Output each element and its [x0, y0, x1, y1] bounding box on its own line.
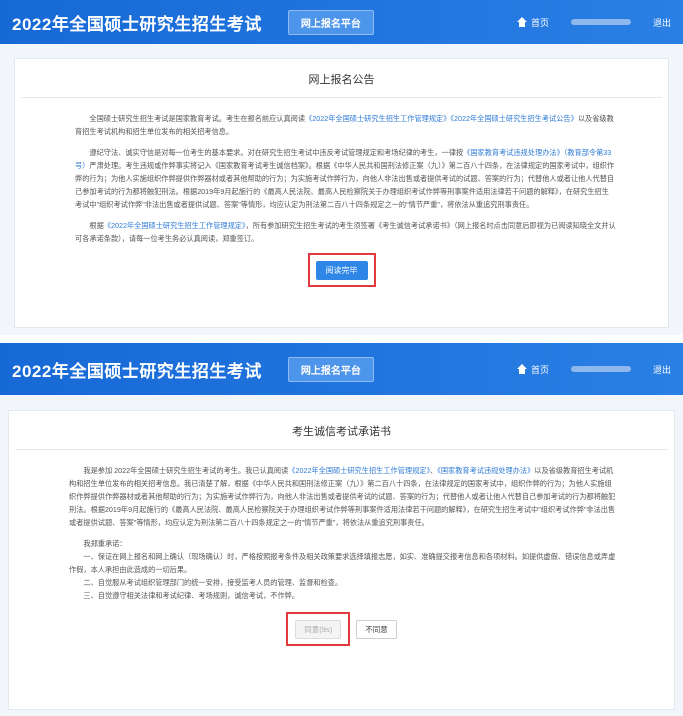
announcement-body: 全国硕士研究生招生考试是国家教育考试。考生在报名前应认真阅读《2022年全国硕士…	[15, 98, 668, 245]
paragraph-2: 遵纪守法、诚实守信是对每一位考生的基本要求。对在研究生招生考试中违反考试管理规定…	[75, 146, 616, 211]
text: 严肃处理。考生违规或作弊事实将记入《国家教育考试考生诚信档案》。根据《中华人民共…	[75, 161, 615, 209]
paragraph-3: 根据《2022年全国硕士研究生招生工作管理规定》，所有参加研究生招生考试的考生须…	[75, 219, 616, 245]
text: 全国硕士研究生招生考试是国家教育考试。考生在报名前应认真阅读	[89, 114, 306, 123]
promise-3: 三、自觉遵守相关法律和考试纪律、考场规则，诚信考试，不作弊。	[83, 591, 300, 600]
paragraph-1: 全国硕士研究生招生考试是国家教育考试。考生在报名前应认真阅读《2022年全国硕士…	[75, 112, 616, 138]
pledge-card: 考生诚信考试承诺书 我是参加 2022年全国硕士研究生招生考试的考生。我已认真阅…	[8, 410, 675, 710]
promise-1: 一、保证在网上报名和网上确认（现场确认）时，严格按照报考条件及相关政策要求选择填…	[69, 552, 616, 574]
platform-tag[interactable]: 网上报名平台	[287, 356, 374, 382]
home-label: 首页	[530, 364, 549, 375]
logout-link[interactable]: 退出	[653, 16, 671, 29]
platform-tag[interactable]: 网上报名平台	[287, 9, 374, 35]
home-icon	[516, 17, 527, 27]
announcement-screen: 2022年全国硕士研究生招生考试 网上报名平台 首页 退出 网上报名公告 全国硕…	[0, 0, 683, 335]
pledge-body: 我是参加 2022年全国硕士研究生招生考试的考生。我已认真阅读《2022年全国硕…	[9, 450, 674, 602]
top-bar: 2022年全国硕士研究生招生考试 网上报名平台 首页 退出	[0, 343, 683, 395]
text: 我是参加 2022年全国硕士研究生招生考试的考生。我已认真阅读	[83, 466, 289, 475]
read-complete-button[interactable]: 阅读完毕	[315, 261, 368, 280]
pledge-screen: 2022年全国硕士研究生招生考试 网上报名平台 首页 退出 考生诚信考试承诺书 …	[0, 343, 683, 716]
promise-2: 二、自觉服从考试组织管理部门的统一安排，接受监考人员的管理、监督和检查。	[83, 578, 343, 587]
regulation-link[interactable]: 《2022年全国硕士研究生招生工作管理规定》	[288, 466, 430, 475]
regulation-link-2[interactable]: 《2022年全国硕士研究生招生工作管理规定》	[104, 221, 246, 230]
user-name-redacted	[570, 19, 631, 25]
home-icon	[516, 364, 527, 374]
logout-link[interactable]: 退出	[653, 363, 671, 376]
agree-button[interactable]: 同意(9s)	[295, 620, 342, 639]
announcement-card: 网上报名公告 全国硕士研究生招生考试是国家教育考试。考生在报名前应认真阅读《20…	[14, 58, 669, 328]
text: 遵纪守法、诚实守信是对每一位考生的基本要求。对在研究生招生考试中违反考试管理规定…	[89, 148, 464, 157]
user-name-redacted	[570, 366, 631, 372]
home-link[interactable]: 首页	[516, 363, 549, 376]
site-title: 2022年全国硕士研究生招生考试	[12, 361, 262, 381]
highlight-box: 同意(9s)	[286, 612, 351, 646]
text: 以及省级教育招生考试机构和招生单位发布的相关招考信息。我已清楚了解，根据《中华人…	[69, 466, 616, 527]
button-area: 阅读完毕	[15, 253, 668, 287]
button-area: 同意(9s) 不同意	[9, 612, 674, 646]
home-link[interactable]: 首页	[516, 16, 549, 29]
card-title: 网上报名公告	[21, 59, 662, 98]
text: 根据	[89, 221, 104, 230]
card-title: 考生诚信考试承诺书	[15, 411, 668, 450]
top-bar: 2022年全国硕士研究生招生考试 网上报名平台 首页 退出	[0, 0, 683, 44]
home-label: 首页	[530, 17, 549, 28]
highlight-box: 阅读完毕	[307, 253, 376, 287]
regulation-link[interactable]: 《2022年全国硕士研究生招生工作管理规定》	[305, 114, 450, 123]
violation-rules-link[interactable]: 《国家教育考试违规处理办法》	[437, 466, 534, 475]
exam-announcement-link[interactable]: 《2022年全国硕士研究生招生考试公告》	[450, 114, 577, 123]
site-title: 2022年全国硕士研究生招生考试	[12, 14, 262, 34]
disagree-button[interactable]: 不同意	[356, 619, 397, 639]
promise-heading: 我郑重承诺：	[83, 539, 127, 548]
paragraph-1: 我是参加 2022年全国硕士研究生招生考试的考生。我已认真阅读《2022年全国硕…	[69, 464, 616, 529]
